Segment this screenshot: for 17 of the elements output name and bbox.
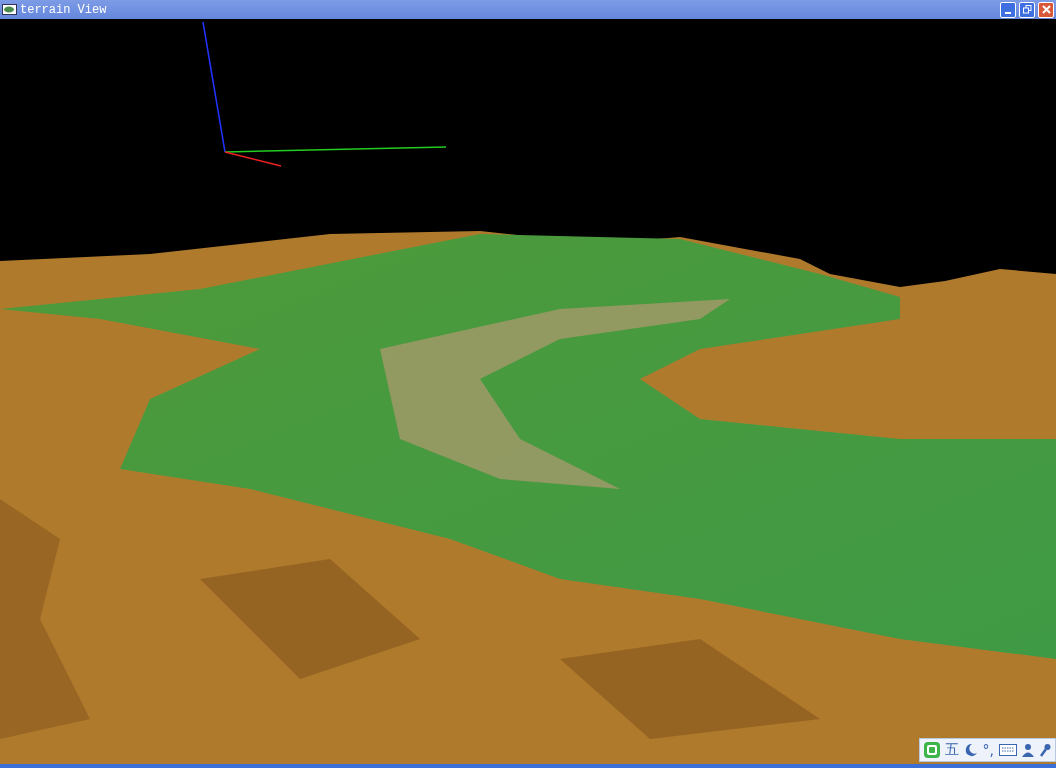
input-mode-toggle[interactable]: 五 [944,741,959,759]
minimize-button[interactable] [1000,1,1016,18]
ime-logo-icon[interactable] [923,742,940,758]
wrench-icon[interactable] [1039,743,1051,757]
x-axis-line [224,151,282,167]
minimize-icon [1005,11,1011,14]
close-icon [1041,5,1051,14]
moon-icon[interactable] [963,743,978,757]
close-button[interactable] [1038,1,1054,18]
restore-icon [1022,5,1032,14]
restore-button[interactable] [1019,1,1035,18]
keyboard-icon[interactable] [999,744,1017,756]
punctuation-toggle[interactable]: °, [982,742,994,758]
app-icon [2,4,17,15]
3d-viewport[interactable]: 五 °, [0,19,1056,768]
window-title: terrain View [20,2,108,17]
person-icon[interactable] [1022,743,1034,757]
